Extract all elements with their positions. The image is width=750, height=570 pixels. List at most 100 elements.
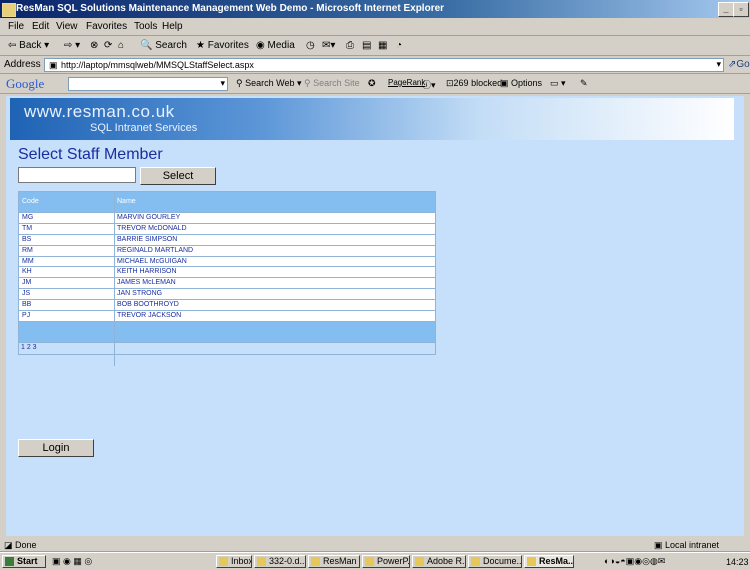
- table-row[interactable]: PJ TREVOR JACKSON: [19, 310, 435, 321]
- chevron-down-icon[interactable]: ▾: [716, 59, 721, 70]
- menu-favorites[interactable]: Favorites: [86, 21, 127, 32]
- stop-icon[interactable]: ⊗: [90, 40, 98, 51]
- pager-links[interactable]: 1 2 3: [21, 344, 37, 351]
- back-arrow-icon: ⇦: [8, 40, 17, 51]
- table-row[interactable]: KH KEITH HARRISON: [19, 266, 435, 278]
- taskbar-button[interactable]: Inbox - ...: [216, 555, 252, 568]
- app-icon: [219, 557, 228, 566]
- quick-launch-icons[interactable]: ▣ ◉ ▦ ◎: [52, 556, 92, 567]
- taskbar-button-label: PowerP...: [377, 556, 410, 566]
- windows-logo-icon: [5, 557, 14, 566]
- table-row[interactable]: MM MICHAEL McGUIGAN: [19, 255, 435, 267]
- address-input[interactable]: ▣ http://laptop/mmsqlweb/MMSQLStaffSelec…: [44, 58, 724, 72]
- table-row[interactable]: RM REGINALD MARTLAND: [19, 244, 435, 256]
- grid-body: MG MARVIN GOURLEY TM TREVOR McDONALD BS BARRI…: [19, 212, 435, 321]
- grid-header: Code Name: [19, 192, 435, 212]
- maximize-button[interactable]: ▫: [733, 2, 749, 17]
- address-label: Address: [4, 59, 41, 70]
- taskbar-button[interactable]: Docume...: [468, 555, 522, 568]
- edit-icon[interactable]: ▤: [362, 40, 371, 51]
- staff-name[interactable]: MICHAEL McGUIGAN: [117, 258, 187, 265]
- refresh-icon[interactable]: ⟳: [104, 40, 112, 51]
- menu-file[interactable]: File: [8, 21, 24, 32]
- staff-name[interactable]: TREVOR JACKSON: [117, 312, 181, 319]
- standard-toolbar: ⇦ Back ▾ ⇨ ▾ ⊗ ⟳ ⌂ 🔍 Search ★ Favorites …: [0, 36, 750, 56]
- menu-help[interactable]: Help: [162, 21, 183, 32]
- taskbar-button[interactable]: ResMan ...: [308, 555, 360, 568]
- favorites-button[interactable]: ★ Favorites: [196, 40, 249, 51]
- table-row[interactable]: JS JAN STRONG: [19, 288, 435, 300]
- staff-name[interactable]: KEITH HARRISON: [117, 268, 177, 275]
- discuss-icon[interactable]: ▦: [378, 40, 387, 51]
- google-logo[interactable]: Google: [6, 76, 44, 92]
- staff-name[interactable]: REGINALD MARTLAND: [117, 247, 193, 254]
- taskbar-button-label: 332-0.d...: [269, 556, 306, 566]
- title-bar: ResMan SQL Solutions Maintenance Managem…: [0, 0, 750, 18]
- staff-code: PJ: [22, 312, 31, 320]
- staff-code: JS: [22, 290, 31, 298]
- app-icon: [527, 557, 536, 566]
- taskbar-button-label: Docume...: [483, 556, 522, 566]
- table-row[interactable]: JM JAMES McLEMAN: [19, 277, 435, 289]
- window-title: ResMan SQL Solutions Maintenance Managem…: [16, 3, 445, 14]
- taskbar-button-label: Adobe R...: [427, 556, 466, 566]
- column-divider: [114, 192, 115, 366]
- table-row[interactable]: BB BOB BOOTHROYD: [19, 299, 435, 311]
- taskbar-button[interactable]: ResMa...: [524, 555, 574, 568]
- name-column-header[interactable]: Name: [117, 198, 136, 205]
- home-icon[interactable]: ⌂: [118, 40, 124, 51]
- staff-name[interactable]: BOB BOOTHROYD: [117, 301, 179, 308]
- taskbar-button-label: ResMa...: [539, 556, 574, 566]
- table-row[interactable]: BS BARRIE SIMPSON: [19, 233, 435, 245]
- login-button[interactable]: Login: [18, 439, 94, 457]
- print-icon[interactable]: ⎙: [346, 40, 354, 51]
- mail-icon[interactable]: ✉▾: [322, 40, 335, 51]
- site-banner: www.resman.co.uk SQL Intranet Services: [10, 98, 734, 140]
- vertical-scrollbar[interactable]: [744, 96, 750, 536]
- staff-code: BS: [22, 235, 32, 243]
- highlight-icon[interactable]: ✎: [580, 78, 588, 89]
- taskbar-button[interactable]: PowerP...: [362, 555, 410, 568]
- table-row[interactable]: MG MARVIN GOURLEY: [19, 212, 435, 223]
- search-site-button[interactable]: ⚲ Search Site: [304, 78, 360, 89]
- options-button[interactable]: ▣ Options: [500, 78, 542, 89]
- messenger-icon[interactable]: ◔: [396, 40, 402, 51]
- staff-search-input[interactable]: [18, 167, 136, 183]
- menu-tools[interactable]: Tools: [134, 21, 157, 32]
- chevron-down-icon[interactable]: ▾: [220, 78, 225, 89]
- staff-name[interactable]: JAMES McLEMAN: [117, 279, 176, 286]
- search-button[interactable]: 🔍 Search: [140, 40, 187, 51]
- select-button[interactable]: Select: [140, 167, 216, 185]
- taskbar: Start ▣ ◉ ▦ ◎ Inbox - ... 332-0.d... ResMa…: [0, 552, 750, 570]
- media-button[interactable]: ◉ Media: [256, 40, 295, 51]
- menu-view[interactable]: View: [56, 21, 78, 32]
- go-button[interactable]: ⇗Go: [728, 59, 750, 70]
- staff-code: TM: [22, 224, 33, 232]
- staff-code: KH: [22, 268, 32, 276]
- menu-edit[interactable]: Edit: [32, 21, 49, 32]
- info-icon[interactable]: ⓘ▾: [422, 78, 436, 91]
- address-bar: Address ▣ http://laptop/mmsqlweb/MMSQLSt…: [0, 56, 750, 74]
- forward-button[interactable]: ⇨ ▾: [64, 40, 80, 51]
- taskbar-button[interactable]: 332-0.d...: [254, 555, 306, 568]
- minimize-button[interactable]: _: [718, 2, 734, 17]
- address-url: http://laptop/mmsqlweb/MMSQLStaffSelect.…: [61, 60, 254, 70]
- news-icon[interactable]: ✪: [368, 78, 376, 89]
- staff-name[interactable]: MARVIN GOURLEY: [117, 214, 180, 221]
- table-row[interactable]: TM TREVOR McDONALD: [19, 222, 435, 234]
- taskbar-button[interactable]: Adobe R...: [412, 555, 466, 568]
- history-icon[interactable]: ◷: [306, 40, 315, 51]
- google-search-input[interactable]: ▾: [68, 77, 228, 91]
- app-icon: [365, 557, 374, 566]
- search-web-button[interactable]: ⚲ Search Web ▾: [236, 78, 301, 89]
- staff-name[interactable]: TREVOR McDONALD: [117, 225, 187, 232]
- back-button[interactable]: ⇦ Back ▾: [8, 40, 49, 51]
- popup-blocker[interactable]: ⊡269 blocked: [446, 78, 502, 89]
- staff-name[interactable]: BARRIE SIMPSON: [117, 236, 177, 243]
- code-column-header[interactable]: Code: [22, 198, 39, 205]
- folder-icon[interactable]: ▭ ▾: [550, 78, 566, 89]
- staff-name[interactable]: JAN STRONG: [117, 290, 162, 297]
- taskbar-button-label: ResMan ...: [323, 556, 359, 566]
- staff-code: MG: [22, 214, 34, 221]
- start-button[interactable]: Start: [2, 555, 46, 568]
